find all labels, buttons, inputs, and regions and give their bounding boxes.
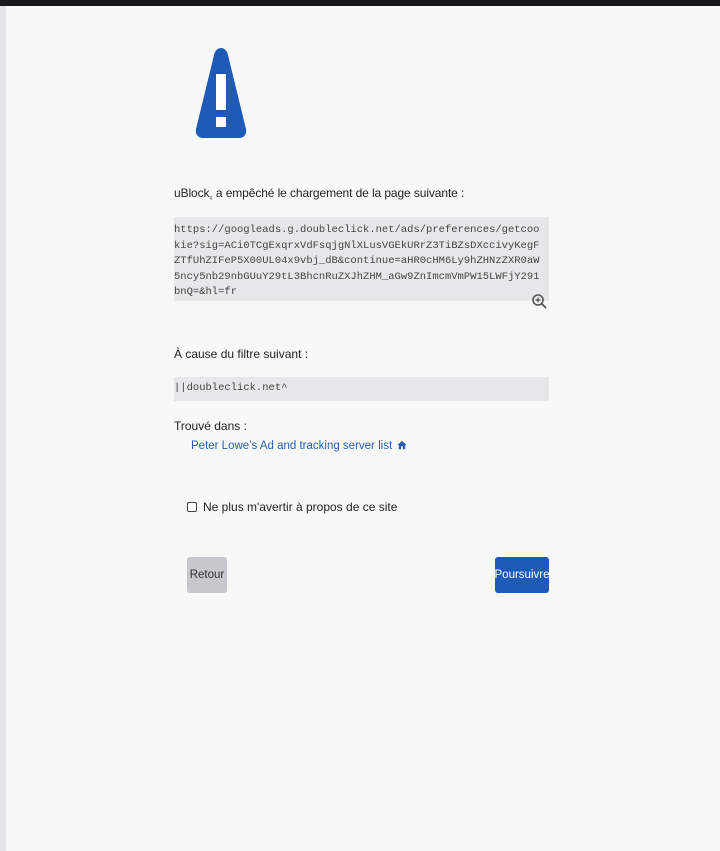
found-in-label: Trouvé dans : bbox=[174, 419, 247, 433]
left-edge bbox=[0, 6, 6, 851]
because-filter-label: À cause du filtre suivant : bbox=[174, 347, 309, 361]
blocked-url: https://googleads.g.doubleclick.net/ads/… bbox=[174, 224, 540, 298]
filter-box: ||doubleclick.net^ bbox=[174, 377, 549, 401]
filter-text: ||doubleclick.net^ bbox=[174, 382, 288, 394]
dont-warn-checkbox[interactable] bbox=[187, 502, 197, 512]
proceed-button[interactable]: Poursuivre bbox=[495, 557, 549, 593]
dont-warn-label: Ne plus m'avertir à propos de ce site bbox=[203, 500, 398, 514]
back-button[interactable]: Retour bbox=[187, 557, 227, 593]
filter-list-name: Peter Lowe’s Ad and tracking server list bbox=[191, 440, 393, 452]
dont-warn-row[interactable]: Ne plus m'avertir à propos de ce site bbox=[187, 500, 397, 514]
filter-list-link[interactable]: Peter Lowe’s Ad and tracking server list bbox=[191, 440, 407, 452]
top-bar bbox=[0, 0, 720, 6]
blocked-intro: uBlock₀ a empêché le chargement de la pa… bbox=[174, 186, 465, 201]
home-icon[interactable] bbox=[397, 440, 407, 450]
blocked-url-box: https://googleads.g.doubleclick.net/ads/… bbox=[174, 217, 549, 309]
warning-icon bbox=[195, 48, 247, 138]
zoom-in-icon[interactable] bbox=[531, 293, 547, 309]
